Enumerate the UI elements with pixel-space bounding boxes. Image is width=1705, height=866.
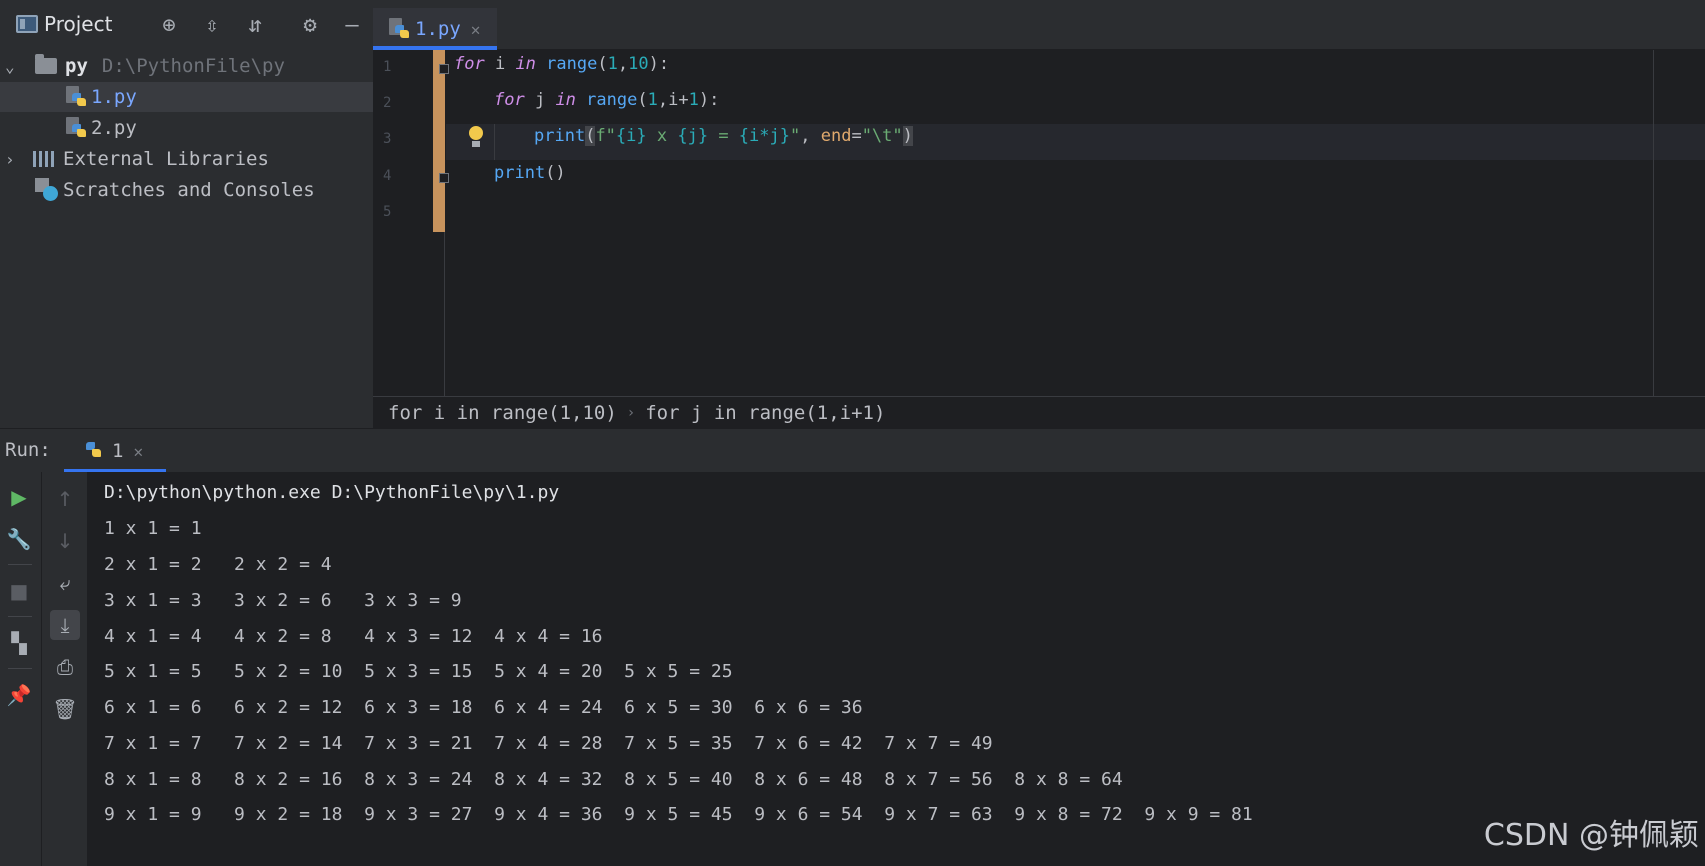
root-folder-name: py [65,55,88,77]
soft-wrap-icon[interactable]: ⤶ [50,568,80,598]
python-file-icon [66,117,86,139]
close-icon[interactable]: ✕ [133,442,143,461]
vcs-change-marker[interactable] [433,50,445,232]
console-toolbar: ↑ ↓ ⤶ ⤓ ⎙ 🗑 [42,472,88,866]
toolbar-separator [8,616,32,617]
line-number: 2 [383,95,392,111]
minimize-icon[interactable]: — [340,14,364,38]
project-view-selector[interactable]: Project [16,12,112,36]
project-header: Project ⊕ ⇳ ⇵ ⚙ — [0,0,373,48]
watermark: CSDN @钟佩颖 [1483,818,1699,853]
toolbar-separator [8,564,32,565]
fold-icon[interactable] [439,173,449,183]
toolbar-separator [8,668,32,669]
wrench-icon[interactable]: 🔧 [4,524,34,554]
run-icon[interactable]: ▶ [4,482,34,512]
console-command-line: D:\python\python.exe D:\PythonFile\py\1.… [104,482,560,503]
editor-tab-bar: 1.py ✕ [373,0,1705,50]
locate-icon[interactable]: ⊕ [157,14,181,38]
tree-file-1py[interactable]: 1.py [0,82,373,112]
pin-icon[interactable]: 📌 [4,680,34,710]
code-line-4: print() [494,163,566,183]
chevron-right-icon[interactable]: › [5,150,15,169]
console-output-line: 2 x 1 = 2 2 x 2 = 4 [104,554,332,575]
line-number: 3 [383,131,392,147]
console-output[interactable]: D:\python\python.exe D:\PythonFile\py\1.… [88,472,1705,866]
scratches-label: Scratches and Consoles [63,179,315,201]
right-margin-guide [1653,50,1654,396]
print-icon[interactable]: ⎙ [50,652,80,682]
code-editor[interactable]: 1 2 3 4 5 for i in range(1,10): for j in… [373,50,1705,396]
project-title: Project [44,12,113,36]
down-arrow-icon[interactable]: ↓ [50,526,80,556]
expand-all-icon[interactable]: ⇳ [200,14,224,38]
layout-icon[interactable]: ▚ [4,628,34,658]
python-icon [84,440,104,462]
up-arrow-icon[interactable]: ↑ [50,484,80,514]
code-line-2: for j in range(1,i+1): [494,90,720,110]
tree-scratches[interactable]: Scratches and Consoles [0,175,373,205]
line-number: 4 [383,168,392,184]
indent-guide [494,124,495,160]
gear-icon[interactable]: ⚙ [298,14,322,38]
breadcrumb: for i in range(1,10) › for j in range(1,… [373,396,1705,428]
run-label: Run: [5,439,51,461]
console-output-line: 3 x 1 = 3 3 x 2 = 6 3 x 3 = 9 [104,590,462,611]
file-name: 1.py [91,86,137,108]
tab-label: 1.py [415,18,461,40]
line-number: 1 [383,59,392,75]
tree-file-2py[interactable]: 2.py [0,113,373,143]
console-output-line: 1 x 1 = 1 [104,518,202,539]
folder-icon [35,54,57,74]
lightbulb-icon[interactable] [468,126,484,150]
breadcrumb-separator: › [626,404,636,421]
run-tab-1[interactable]: 1 ✕ [64,429,166,473]
stop-icon[interactable]: ■ [4,576,34,606]
breadcrumb-item[interactable]: for i in range(1,10) [388,402,617,424]
scroll-to-end-icon[interactable]: ⤓ [50,610,80,640]
project-tool-window: Project ⊕ ⇳ ⇵ ⚙ — ⌄ py D:\PythonFile\py … [0,0,373,428]
python-file-icon [66,86,86,108]
run-tab-label: 1 [112,440,124,462]
console-output-line: 6 x 1 = 6 6 x 2 = 12 6 x 3 = 18 6 x 4 = … [104,697,863,718]
scratches-icon [35,178,59,202]
external-libraries-label: External Libraries [63,148,269,170]
code-line-3: print(f"{i} x {j} = {i*j}", end="\t") [534,126,913,146]
line-number: 5 [383,204,392,220]
breadcrumb-item[interactable]: for j in range(1,i+1) [645,402,885,424]
run-main-toolbar: ▶ 🔧 ■ ▚ 📌 [0,472,42,866]
console-output-line: 5 x 1 = 5 5 x 2 = 10 5 x 3 = 15 5 x 4 = … [104,661,733,682]
tree-root-folder[interactable]: ⌄ py D:\PythonFile\py [0,51,373,81]
console-output-line: 9 x 1 = 9 9 x 2 = 18 9 x 3 = 27 9 x 4 = … [104,804,1253,825]
console-output-line: 7 x 1 = 7 7 x 2 = 14 7 x 3 = 21 7 x 4 = … [104,733,993,754]
close-icon[interactable]: ✕ [471,20,481,39]
root-folder-path: D:\PythonFile\py [101,55,285,77]
code-line-1: for i in range(1,10): [454,54,670,74]
fold-icon[interactable] [439,64,449,74]
tree-external-libraries[interactable]: › External Libraries [0,144,373,174]
trash-icon[interactable]: 🗑 [50,694,80,724]
console-output-line: 4 x 1 = 4 4 x 2 = 8 4 x 3 = 12 4 x 4 = 1… [104,626,603,647]
console-output-line: 8 x 1 = 8 8 x 2 = 16 8 x 3 = 24 8 x 4 = … [104,769,1123,790]
file-name: 2.py [91,117,137,139]
python-file-icon [389,18,409,40]
collapse-all-icon[interactable]: ⇵ [243,14,267,38]
project-window-icon [16,15,38,33]
tab-1py[interactable]: 1.py ✕ [373,8,497,50]
chevron-down-icon[interactable]: ⌄ [5,57,15,76]
library-icon [33,151,57,167]
run-tool-window-header: Run: 1 ✕ [0,428,1705,473]
